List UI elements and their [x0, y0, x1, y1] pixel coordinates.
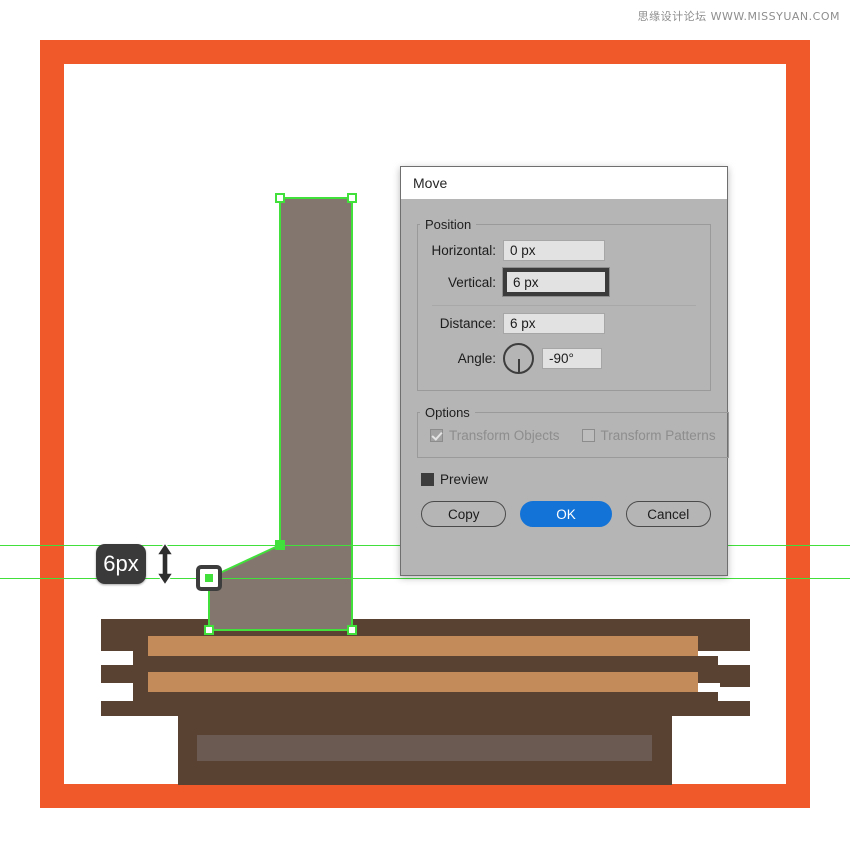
vertical-input[interactable]: 6 px — [503, 268, 609, 296]
dialog-title-bar: Move — [401, 167, 727, 199]
screenshot-root: 思缘设计论坛 WWW.MISSYUAN.COM 6px Move Positio… — [0, 0, 850, 850]
distance-input[interactable]: 6 px — [503, 313, 605, 334]
copy-button[interactable]: Copy — [421, 501, 507, 527]
horizontal-input[interactable]: 0 px — [503, 240, 605, 261]
horizontal-value: 0 px — [510, 243, 536, 258]
angle-input[interactable]: -90° — [542, 348, 602, 369]
double-arrow-vertical-icon — [155, 542, 175, 586]
options-row: Transform Objects Transform Patterns — [430, 428, 716, 443]
dialog-button-row: Copy OK Cancel — [421, 501, 711, 527]
cancel-button-label: Cancel — [647, 506, 690, 522]
ok-button-label: OK — [556, 506, 576, 522]
vertical-row: Vertical: 6 px — [430, 268, 698, 296]
distance-value: 6 px — [510, 316, 536, 331]
transform-patterns-label: Transform Patterns — [600, 428, 716, 443]
measurement-badge-label: 6px — [103, 551, 139, 576]
options-group-legend: Options — [425, 405, 470, 420]
anchor-point-bottom-right — [347, 625, 357, 635]
move-dialog[interactable]: Move Position Horizontal: 0 px Vertical: — [400, 166, 729, 576]
options-group: Options Transform Objects Transform Patt… — [417, 405, 729, 458]
anchor-point-bottom-left — [204, 625, 214, 635]
angle-label: Angle: — [457, 351, 496, 366]
preview-checkbox[interactable] — [421, 473, 434, 486]
transform-objects-checkbox[interactable] — [430, 429, 443, 442]
anchor-point-top-right — [347, 193, 357, 203]
horizontal-row: Horizontal: 0 px — [430, 240, 698, 261]
distance-label: Distance: — [439, 316, 496, 331]
anchor-point-top-left — [275, 193, 285, 203]
dialog-title-text: Move — [413, 175, 448, 191]
anchor-cursor-dot — [205, 574, 213, 582]
transform-patterns-checkbox[interactable] — [581, 429, 595, 442]
distance-row: Distance: 6 px — [430, 313, 698, 334]
angle-dial[interactable] — [503, 343, 534, 374]
cancel-button[interactable]: Cancel — [625, 501, 711, 527]
preview-label: Preview — [440, 472, 489, 487]
preview-row: Preview — [421, 472, 711, 487]
dialog-body: Position Horizontal: 0 px Vertical: 6 px — [401, 199, 729, 527]
position-group-legend: Position — [425, 217, 472, 232]
ok-button[interactable]: OK — [520, 501, 612, 527]
vertical-value: 6 px — [513, 274, 539, 290]
measurement-badge: 6px — [96, 544, 146, 584]
position-group-inner: Horizontal: 0 px Vertical: 6 px Distance… — [418, 232, 710, 390]
options-group-inner: Transform Objects Transform Patterns — [418, 420, 728, 457]
vertical-label: Vertical: — [447, 274, 496, 290]
position-divider — [432, 305, 696, 306]
position-group: Position Horizontal: 0 px Vertical: 6 px — [417, 217, 711, 391]
transform-objects-label: Transform Objects — [449, 428, 560, 443]
angle-dial-needle — [517, 358, 520, 373]
copy-button-label: Copy — [447, 506, 480, 522]
angle-row: Angle: -90° — [430, 343, 698, 374]
angle-value: -90° — [549, 351, 574, 366]
horizontal-label: Horizontal: — [431, 243, 496, 258]
